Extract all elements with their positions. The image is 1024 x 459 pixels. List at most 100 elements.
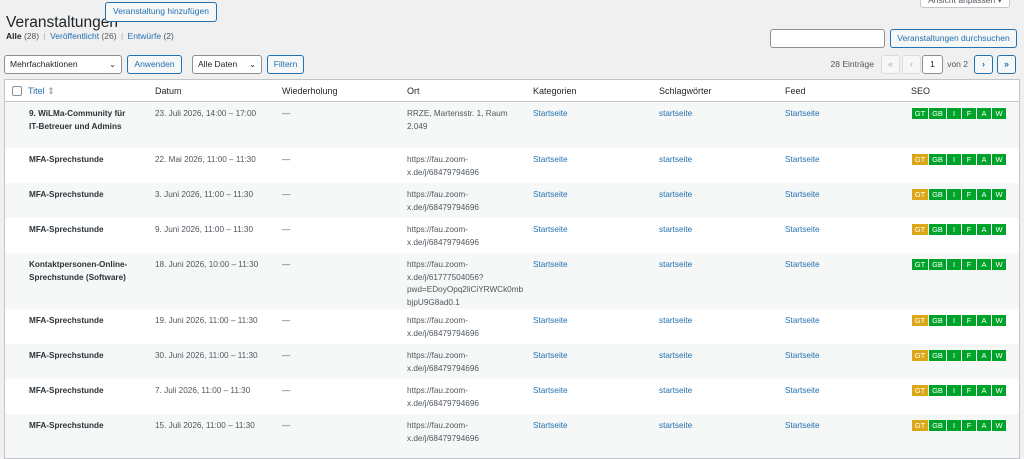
filter-button[interactable]: Filtern [267, 55, 304, 74]
seo-badge: GT [912, 385, 928, 396]
category-link[interactable]: Startseite [533, 108, 568, 121]
seo-badge: W [992, 385, 1006, 396]
status-views: Alle (28) | Veröffentlicht (26) | Entwür… [6, 31, 174, 41]
next-page-button[interactable]: › [974, 55, 993, 74]
tag-link[interactable]: startseite [659, 154, 692, 167]
event-title-link[interactable]: 9. WiLMa-Community für IT-Betreuer und Ad… [29, 108, 141, 133]
table-row[interactable]: MFA-Sprechstunde 30. Juni 2026, 11:00 – 1… [5, 344, 1019, 379]
seo-badge: I [947, 420, 961, 431]
category-link[interactable]: Startseite [533, 350, 568, 363]
feed-link[interactable]: Startseite [785, 350, 820, 363]
category-link[interactable]: Startseite [533, 420, 568, 433]
table-row[interactable]: MFA-Sprechstunde 15. Juli 2026, 11:00 – 1… [5, 414, 1019, 458]
prev-page-button[interactable]: ‹ [902, 55, 921, 74]
feed-link[interactable]: Startseite [785, 385, 820, 398]
date-filter-select[interactable]: Alle Daten ⌄ [192, 55, 262, 74]
event-location: https://fau.zoom-x.de/j/68479794696 [407, 420, 529, 445]
feed-link[interactable]: Startseite [785, 315, 820, 328]
feed-link[interactable]: Startseite [785, 420, 820, 433]
event-title-link[interactable]: MFA-Sprechstunde [29, 224, 141, 237]
view-drafts-link[interactable]: Entwürfe [128, 31, 162, 41]
table-row[interactable]: Kontaktpersonen-Online- Sprechstunde (Sof… [5, 253, 1019, 309]
events-table: Titel ⇕ Datum Wiederholung Ort Kategorie… [4, 79, 1020, 459]
items-count: 28 Einträge [830, 59, 874, 69]
feed-link[interactable]: Startseite [785, 224, 820, 237]
category-link[interactable]: Startseite [533, 154, 568, 167]
column-date: Datum [155, 86, 182, 96]
category-link[interactable]: Startseite [533, 189, 568, 202]
first-page-button[interactable]: « [881, 55, 900, 74]
seo-badge: W [992, 224, 1006, 235]
event-title-line: IT-Betreuer und Admins [29, 121, 122, 131]
seo-badge: GT [912, 315, 928, 326]
event-location-line: https://fau.zoom- [407, 421, 468, 430]
tag-link[interactable]: startseite [659, 189, 692, 202]
seo-badge: A [977, 224, 991, 235]
column-feed: Feed [785, 86, 806, 96]
event-date: 3. Juni 2026, 11:00 – 11:30 [155, 190, 254, 199]
seo-badge: W [992, 350, 1006, 361]
feed-link[interactable]: Startseite [785, 189, 820, 202]
feed-link[interactable]: Startseite [785, 259, 820, 272]
seo-badges: GT GB I F A W [912, 224, 1007, 235]
search-input[interactable] [770, 29, 885, 48]
seo-badges: GT GB I F A W [912, 420, 1007, 431]
category-link[interactable]: Startseite [533, 224, 568, 237]
view-all-link[interactable]: Alle [6, 31, 22, 41]
current-page-input[interactable]: 1 [922, 55, 943, 74]
tag-link[interactable]: startseite [659, 350, 692, 363]
tag-link[interactable]: startseite [659, 420, 692, 433]
tag-link[interactable]: startseite [659, 224, 692, 237]
screen-options-toggle[interactable]: Ansicht anpassen ▾ [920, 0, 1010, 8]
column-seo: SEO [911, 86, 931, 96]
seo-badge: GT [912, 108, 928, 119]
event-recurrence: — [282, 421, 291, 430]
table-row[interactable]: 9. WiLMa-Community für IT-Betreuer und Ad… [5, 102, 1019, 148]
event-location: https://fau.zoom-x.de/j/68479794696 [407, 154, 529, 179]
event-title-link[interactable]: MFA-Sprechstunde [29, 350, 141, 363]
tag-link[interactable]: startseite [659, 108, 692, 121]
feed-link[interactable]: Startseite [785, 154, 820, 167]
seo-badge: A [977, 420, 991, 431]
seo-badges: GT GB I F A W [912, 154, 1007, 165]
seo-badge: F [962, 259, 976, 270]
tag-link[interactable]: startseite [659, 315, 692, 328]
seo-badge: I [947, 189, 961, 200]
event-date: 15. Juli 2026, 11:00 – 11:30 [155, 421, 255, 430]
table-row[interactable]: MFA-Sprechstunde 19. Juni 2026, 11:00 – 1… [5, 309, 1019, 344]
bulk-actions-select[interactable]: Mehrfachaktionen ⌄ [4, 55, 122, 74]
event-title-link[interactable]: MFA-Sprechstunde [29, 154, 141, 167]
seo-badge: GB [929, 189, 946, 200]
event-location: https://fau.zoom-x.de/j/61777504056? pwd=… [407, 259, 529, 309]
seo-badge: GB [929, 420, 946, 431]
search-button[interactable]: Veranstaltungen durchsuchen [890, 29, 1017, 48]
view-published-link[interactable]: Veröffentlicht [50, 31, 99, 41]
last-page-button[interactable]: » [997, 55, 1016, 74]
event-title-line: Sprechstunde (Software) [29, 272, 126, 282]
tag-link[interactable]: startseite [659, 385, 692, 398]
tag-link[interactable]: startseite [659, 259, 692, 272]
event-location-line: pwd=EDoyOpq2liCiYRWCk0mb [407, 285, 524, 295]
category-link[interactable]: Startseite [533, 315, 568, 328]
seo-badge: W [992, 108, 1006, 119]
category-link[interactable]: Startseite [533, 385, 568, 398]
table-row[interactable]: MFA-Sprechstunde 7. Juli 2026, 11:00 – 11… [5, 379, 1019, 414]
seo-badge: A [977, 259, 991, 270]
table-row[interactable]: MFA-Sprechstunde 22. Mai 2026, 11:00 – 11… [5, 148, 1019, 183]
apply-button[interactable]: Anwenden [127, 55, 182, 74]
feed-link[interactable]: Startseite [785, 108, 820, 121]
seo-badge: GT [912, 350, 928, 361]
event-title-link[interactable]: MFA-Sprechstunde [29, 420, 141, 433]
seo-badge: GB [929, 315, 946, 326]
category-link[interactable]: Startseite [533, 259, 568, 272]
event-title-link[interactable]: MFA-Sprechstunde [29, 315, 141, 328]
table-row[interactable]: MFA-Sprechstunde 3. Juni 2026, 11:00 – 11… [5, 183, 1019, 218]
add-event-button[interactable]: Veranstaltung hinzufügen [105, 2, 217, 22]
seo-badge: GB [929, 108, 946, 119]
event-title-link[interactable]: Kontaktpersonen-Online- Sprechstunde (Sof… [29, 259, 141, 284]
select-all-checkbox[interactable] [12, 86, 22, 96]
event-title-link[interactable]: MFA-Sprechstunde [29, 189, 141, 202]
table-row[interactable]: MFA-Sprechstunde 9. Juni 2026, 11:00 – 11… [5, 218, 1019, 253]
event-title-link[interactable]: MFA-Sprechstunde [29, 385, 141, 398]
column-title[interactable]: Titel ⇕ [28, 86, 55, 97]
